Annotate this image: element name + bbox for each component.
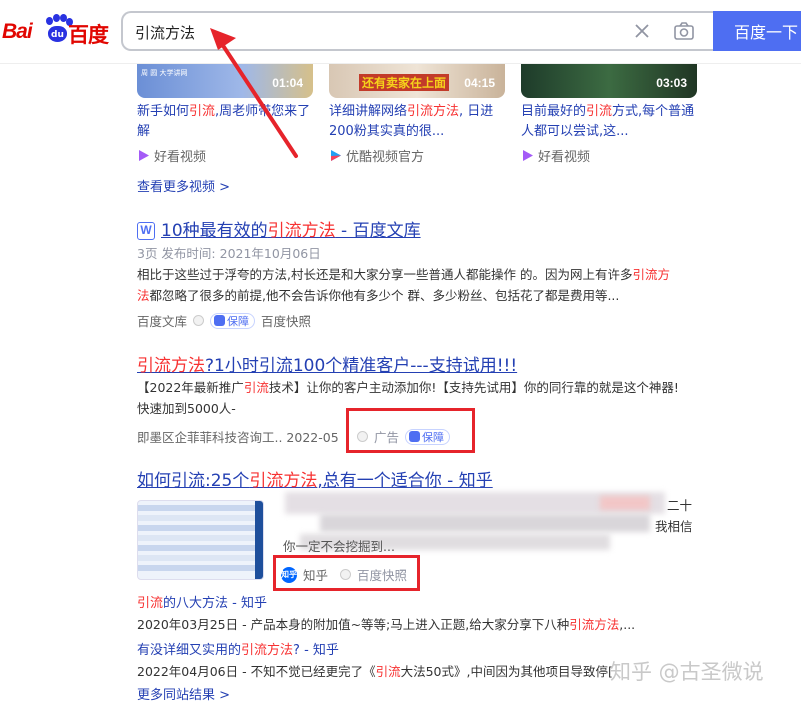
sub-result-snippet: 2022年04月06日 - 不知不觉已经更完了《引流大法50式》,中间因为其他项… bbox=[137, 664, 613, 679]
guarantee-badge[interactable]: 保障 bbox=[210, 312, 256, 329]
word-doc-icon: W bbox=[137, 222, 155, 240]
youku-play-icon bbox=[329, 149, 342, 162]
video-title[interactable]: 详细讲解网络引流方法, 日进200粉其实真的很... bbox=[329, 102, 505, 142]
blurred-region bbox=[600, 496, 650, 510]
dot-icon bbox=[193, 315, 205, 326]
haokan-play-icon bbox=[137, 149, 150, 162]
video-duration: 04:15 bbox=[464, 76, 495, 90]
search-input[interactable] bbox=[135, 21, 605, 43]
annotation-box-source bbox=[273, 555, 420, 591]
close-icon[interactable] bbox=[632, 21, 652, 41]
thumb-caption: 还有卖家在上面 bbox=[359, 74, 450, 91]
annotation-box-ad bbox=[346, 408, 475, 453]
result-1-snippet: 相比于这些过于浮夸的方法,村长还是和大家分享一些普通人都能操作 的。因为网上有许… bbox=[137, 267, 670, 303]
advertiser-name[interactable]: 即墨区企菲菲科技咨询工.. 2022-05 bbox=[137, 427, 339, 446]
watermark: 知乎 @古圣微说 bbox=[610, 660, 764, 684]
video-card-3[interactable]: 03:03 目前最好的引流方式,每个普通人都可以尝试,这... 好看视频 bbox=[521, 64, 697, 165]
video-title[interactable]: 新手如何引流,周老师带您来了解 bbox=[137, 102, 313, 142]
video-duration: 03:03 bbox=[656, 76, 687, 90]
sub-result-link[interactable]: 引流的八大方法 - 知乎 bbox=[137, 592, 267, 611]
haokan-play-icon bbox=[521, 149, 534, 162]
shield-check-icon bbox=[214, 315, 226, 326]
video-card-1[interactable]: 周 圆 大学讲网 01:04 新手如何引流,周老师带您来了解 好看视频 bbox=[137, 64, 313, 165]
video-card-2[interactable]: 还有卖家在上面 04:15 详细讲解网络引流方法, 日进200粉其实真的很...… bbox=[329, 64, 505, 165]
video-duration: 01:04 bbox=[272, 76, 303, 90]
thumb-caption: 周 圆 大学讲网 bbox=[141, 69, 188, 77]
sub-result-link[interactable]: 有没详细又实用的引流方法? - 知乎 bbox=[137, 639, 339, 658]
result-3-title[interactable]: 如何引流:25个引流方法,总有一个适合你 - 知乎 bbox=[137, 466, 493, 491]
video-source: 好看视频 bbox=[137, 146, 313, 165]
result-1-title[interactable]: W 10种最有效的引流方法 - 百度文库 bbox=[137, 216, 421, 241]
camera-icon[interactable] bbox=[673, 20, 695, 42]
snippet-fragment: 我相信 bbox=[655, 519, 693, 534]
result-2-title[interactable]: 引流方法?1小时引流100个精准客户---支持试用!!! bbox=[137, 351, 517, 376]
result-1-source-row: 百度文库 保障 百度快照 bbox=[137, 311, 311, 330]
search-button[interactable]: 百度一下 bbox=[713, 11, 801, 51]
video-source: 好看视频 bbox=[521, 146, 697, 165]
result-3-thumbnail[interactable] bbox=[137, 500, 264, 580]
more-videos-link[interactable]: 查看更多视频 > bbox=[137, 176, 230, 195]
logo-bai-text: Bai bbox=[2, 20, 33, 43]
video-source: 优酷视频官方 bbox=[329, 146, 505, 165]
result-2-source-row: 即墨区企菲菲科技咨询工.. 2022-05 bbox=[137, 427, 339, 446]
video-title[interactable]: 目前最好的引流方式,每个普通人都可以尝试,这... bbox=[521, 102, 697, 142]
video-thumbnail[interactable]: 周 圆 大学讲网 01:04 bbox=[137, 64, 313, 98]
baidu-logo[interactable]: Bai du 百度 bbox=[2, 14, 110, 48]
search-box bbox=[121, 11, 713, 51]
snippet-fragment: 二十 bbox=[667, 498, 693, 513]
video-thumbnail[interactable]: 还有卖家在上面 04:15 bbox=[329, 64, 505, 98]
blurred-region bbox=[320, 514, 650, 532]
more-site-results-link[interactable]: 更多同站结果 > bbox=[137, 684, 230, 703]
snippet-fragment: 你一定不会挖掘到... bbox=[283, 539, 395, 554]
video-thumbnail[interactable]: 03:03 bbox=[521, 64, 697, 98]
source-name[interactable]: 百度文库 bbox=[137, 311, 187, 330]
result-1-meta: 3页 发布时间: 2021年10月06日 bbox=[137, 246, 321, 261]
snapshot-link[interactable]: 百度快照 bbox=[261, 311, 311, 330]
sub-result-snippet: 2020年03月25日 - 产品本身的附加值~等等;马上进入正题,给大家分享下八… bbox=[137, 617, 636, 632]
top-bar: Bai du 百度 百度一下 bbox=[0, 0, 801, 64]
logo-du-text: du bbox=[51, 30, 64, 40]
logo-cn-text: 百度 bbox=[68, 23, 109, 47]
paw-icon: du bbox=[44, 14, 73, 44]
